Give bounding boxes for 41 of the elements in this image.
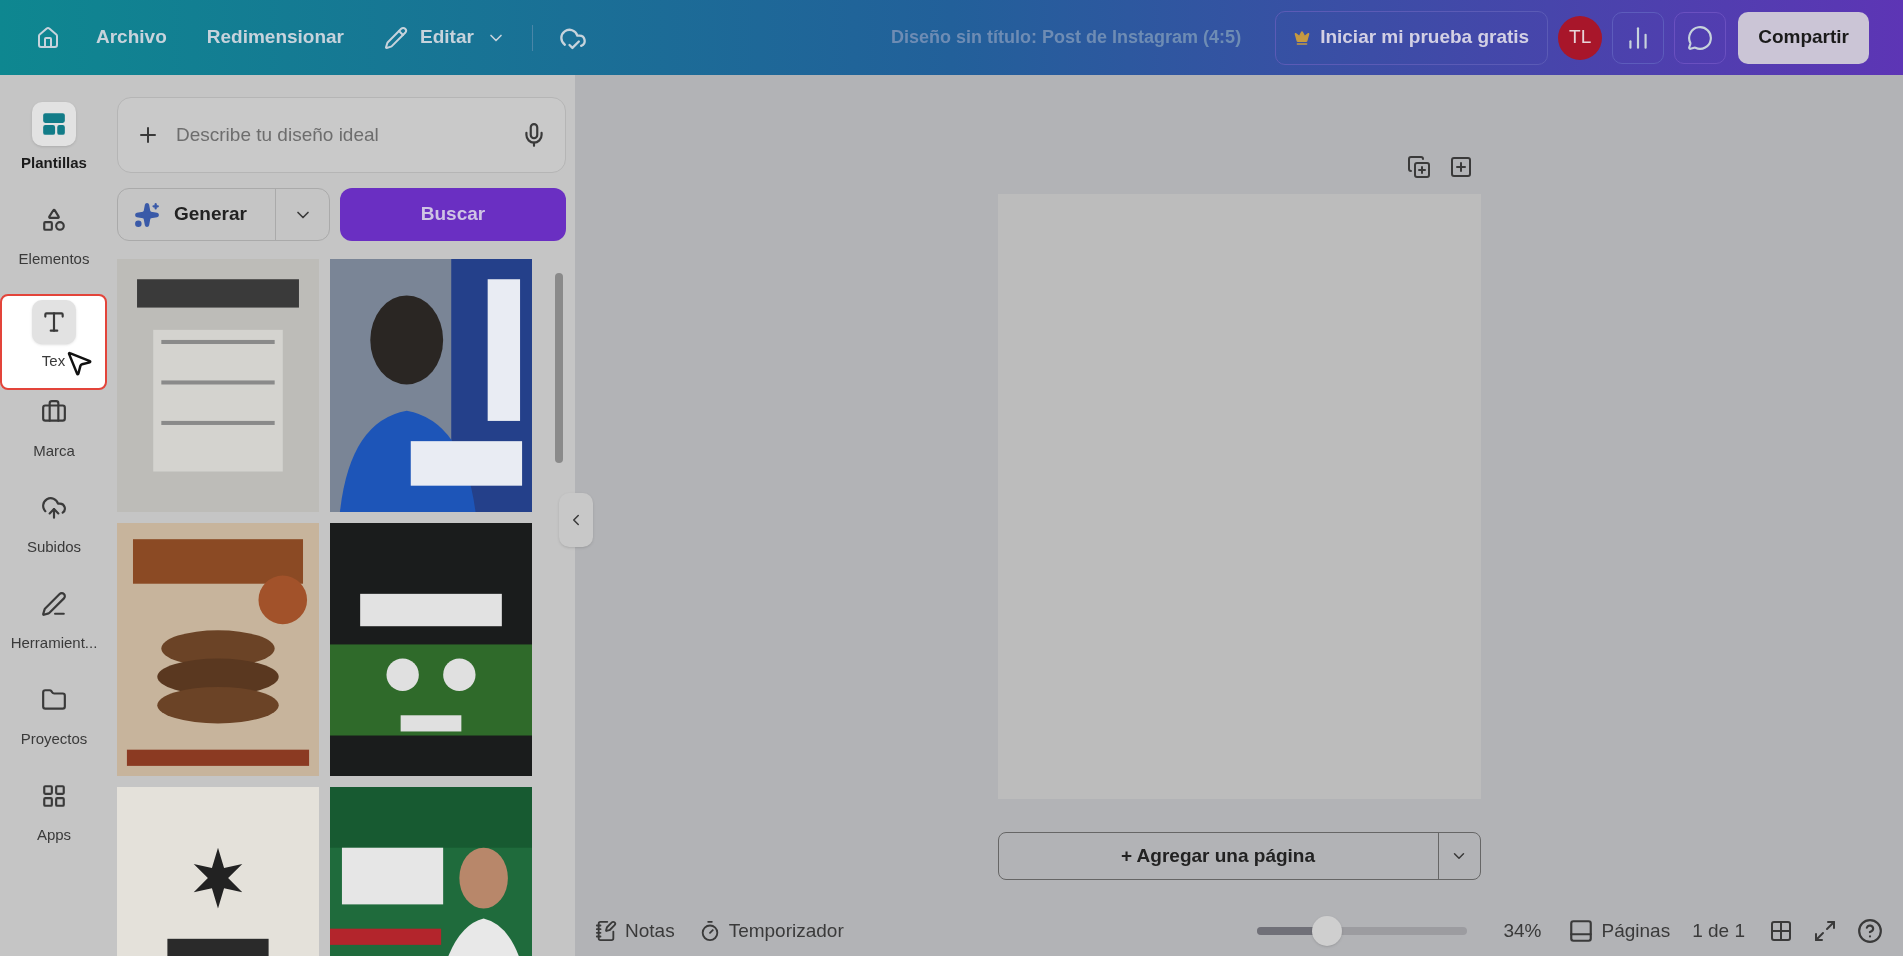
comments-button[interactable]: [1674, 11, 1727, 64]
pages-button[interactable]: Páginas: [1567, 916, 1671, 946]
fullscreen-icon[interactable]: [1813, 919, 1837, 943]
comment-icon: [1687, 24, 1714, 51]
tools-icon: [41, 591, 67, 617]
projects-icon: [41, 687, 67, 713]
uploads-icon: [41, 495, 67, 521]
prompt-field[interactable]: Describe tu diseño ideal: [176, 120, 505, 150]
page-count: 1 de 1: [1692, 918, 1745, 943]
grid-view-icon[interactable]: [1769, 919, 1793, 943]
edit-menu[interactable]: Editar: [384, 23, 506, 52]
user-avatar[interactable]: TL: [1558, 15, 1603, 60]
insights-button[interactable]: [1612, 11, 1665, 64]
trial-button[interactable]: Iniciar mi prueba gratis: [1275, 10, 1549, 65]
apps-icon: [41, 783, 67, 809]
sidebar-item[interactable]: Proyectos: [0, 678, 108, 774]
prompt-box[interactable]: Describe tu diseño ideal: [117, 97, 566, 173]
timer-button[interactable]: Temporizador: [698, 916, 844, 946]
help-icon[interactable]: [1857, 918, 1883, 944]
crown-icon: [1294, 29, 1311, 46]
share-button[interactable]: Compartir: [1738, 11, 1869, 64]
add-page-icon[interactable]: [1448, 155, 1473, 179]
templates-icon: [41, 111, 67, 137]
elements-icon: [41, 207, 67, 233]
sidebar-item[interactable]: Elementos: [0, 198, 108, 294]
sidebar-item[interactable]: Tex: [0, 294, 107, 390]
duplicate-page-icon[interactable]: [1406, 155, 1431, 179]
sidebar-item[interactable]: Apps: [0, 774, 108, 870]
notes-icon: [595, 920, 617, 942]
zoom-thumb[interactable]: [1311, 916, 1342, 946]
pencil-icon: [384, 25, 408, 50]
sidebar-item[interactable]: Plantillas: [0, 102, 108, 198]
sidebar-item[interactable]: Herramient...: [0, 582, 108, 678]
pages-icon: [1567, 918, 1594, 944]
sidebar-item[interactable]: Marca: [0, 390, 108, 486]
sparkles-icon: [134, 201, 160, 228]
notes-button[interactable]: Notas: [595, 916, 675, 946]
zoom-reading: 34%: [1503, 918, 1542, 943]
search-button[interactable]: Buscar: [340, 188, 566, 241]
sidebar-item[interactable]: Subidos: [0, 486, 108, 582]
brand-icon: [41, 399, 67, 425]
